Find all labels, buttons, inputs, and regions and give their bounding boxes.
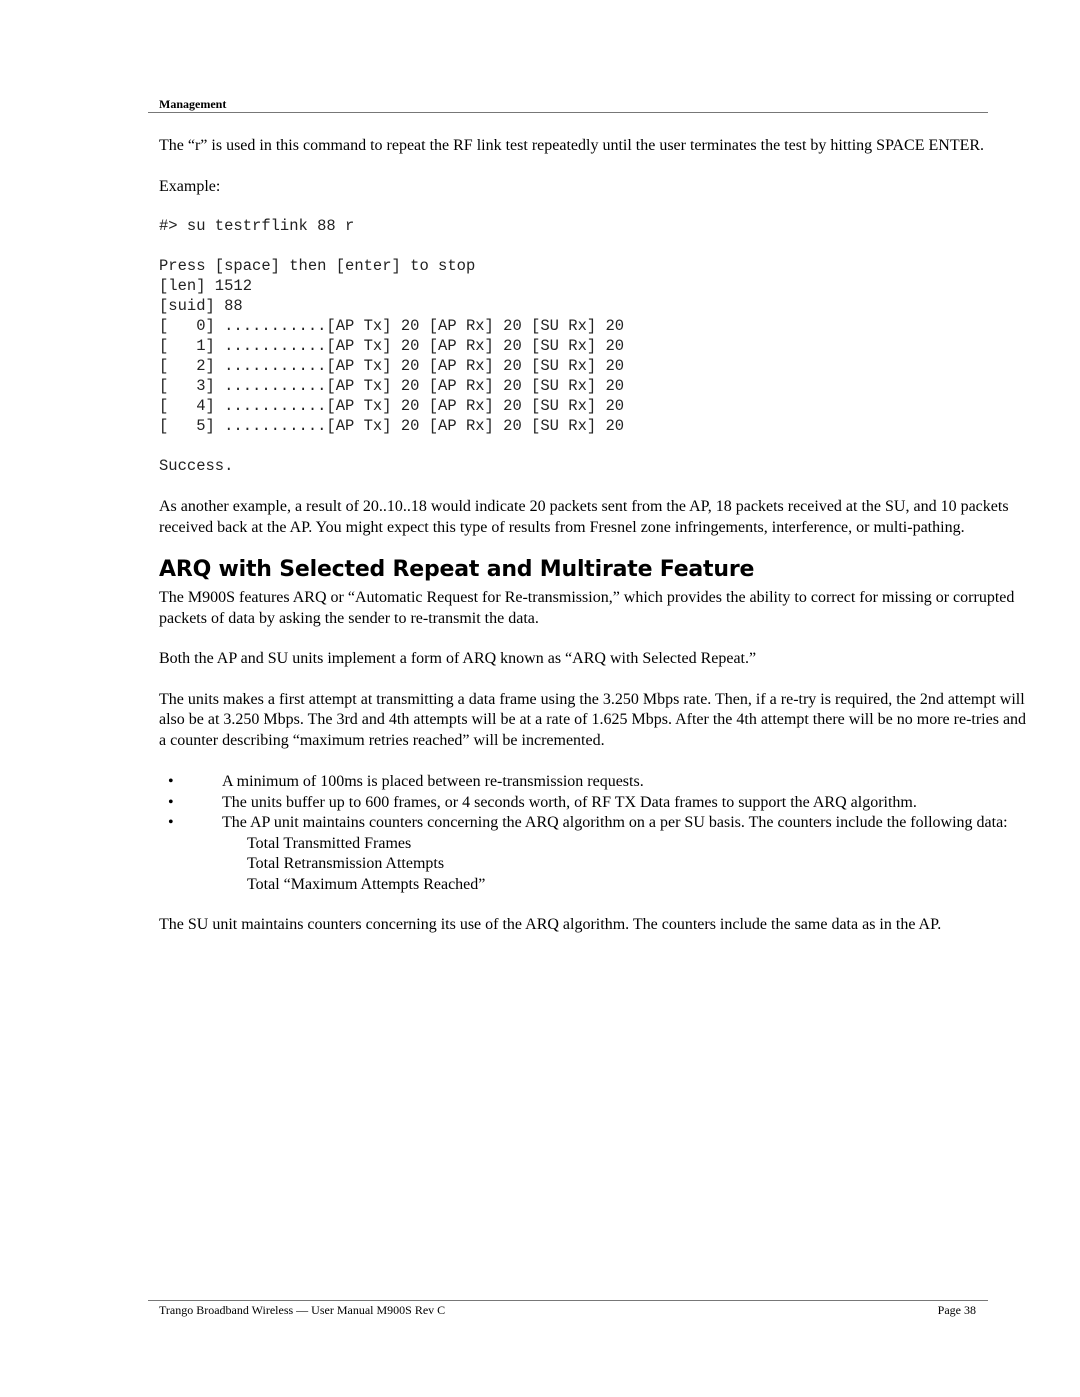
bullet-text: The AP unit maintains counters concernin…	[222, 814, 1008, 831]
bullet-item: • A minimum of 100ms is placed between r…	[158, 772, 1029, 793]
counter-list: Total Transmitted Frames Total Retransmi…	[159, 834, 1029, 896]
console-prompt-line: Press [space] then [enter] to stop	[159, 257, 476, 275]
counter-item: Total Retransmission Attempts	[247, 855, 445, 872]
counter-item: Total Transmitted Frames	[247, 834, 412, 852]
bullet-text: A minimum of 100ms is placed between re-…	[222, 773, 644, 790]
su-counters-paragraph: The SU unit maintains counters concernin…	[159, 916, 942, 933]
section-heading: ARQ with Selected Repeat and Multirate F…	[159, 557, 755, 582]
arq-intro-paragraph: The M900S features ARQ or “Automatic Req…	[159, 589, 1015, 627]
console-status: Success.	[159, 457, 234, 475]
console-result-row: [ 0] ...........[AP Tx] 20 [AP Rx] 20 [S…	[159, 317, 625, 335]
bullet-text: The units buffer up to 600 frames, or 4 …	[222, 793, 917, 811]
console-blank	[159, 436, 1029, 456]
another-example-paragraph: As another example, a result of 20..10..…	[159, 498, 1009, 536]
bullet-item: • The AP unit maintains counters concern…	[158, 813, 1029, 834]
page-number: Page 38	[937, 1303, 976, 1317]
arq-selected-repeat-paragraph: Both the AP and SU units implement a for…	[159, 650, 757, 667]
console-suid-line: [suid] 88	[159, 297, 243, 315]
footer-document-title: Trango Broadband Wireless — User Manual …	[159, 1303, 446, 1317]
bullet-icon: •	[168, 793, 174, 811]
arq-bullet-list: • A minimum of 100ms is placed between r…	[159, 772, 1029, 834]
console-output: #> su testrflink 88 r Press [space] then …	[159, 216, 1029, 476]
bullet-item: • The units buffer up to 600 frames, or …	[158, 793, 1029, 814]
bullet-icon: •	[168, 773, 174, 790]
console-result-row: [ 2] ...........[AP Tx] 20 [AP Rx] 20 [S…	[159, 357, 625, 375]
console-result-row: [ 4] ...........[AP Tx] 20 [AP Rx] 20 [S…	[159, 397, 625, 415]
console-result-row: [ 5] ...........[AP Tx] 20 [AP Rx] 20 [S…	[159, 417, 625, 435]
example-label: Example:	[159, 177, 221, 195]
console-command: #> su testrflink 88 r	[159, 217, 355, 235]
section-label: Management	[159, 97, 227, 111]
intro-paragraph: The “r” is used in this command to repea…	[159, 137, 985, 154]
console-result-row: [ 3] ...........[AP Tx] 20 [AP Rx] 20 [S…	[159, 377, 625, 395]
console-result-row: [ 1] ...........[AP Tx] 20 [AP Rx] 20 [S…	[159, 337, 625, 355]
arq-rates-paragraph: The units makes a first attempt at trans…	[159, 690, 1027, 749]
bullet-icon: •	[168, 814, 174, 831]
page-content: The “r” is used in this command to repea…	[159, 136, 1029, 936]
console-blank	[159, 236, 1029, 256]
counter-item: Total “Maximum Attempts Reached”	[247, 875, 486, 893]
page-footer: Trango Broadband Wireless — User Manual …	[148, 1300, 988, 1321]
console-len-line: [len] 1512	[159, 277, 253, 295]
page-header: Management	[148, 96, 988, 113]
